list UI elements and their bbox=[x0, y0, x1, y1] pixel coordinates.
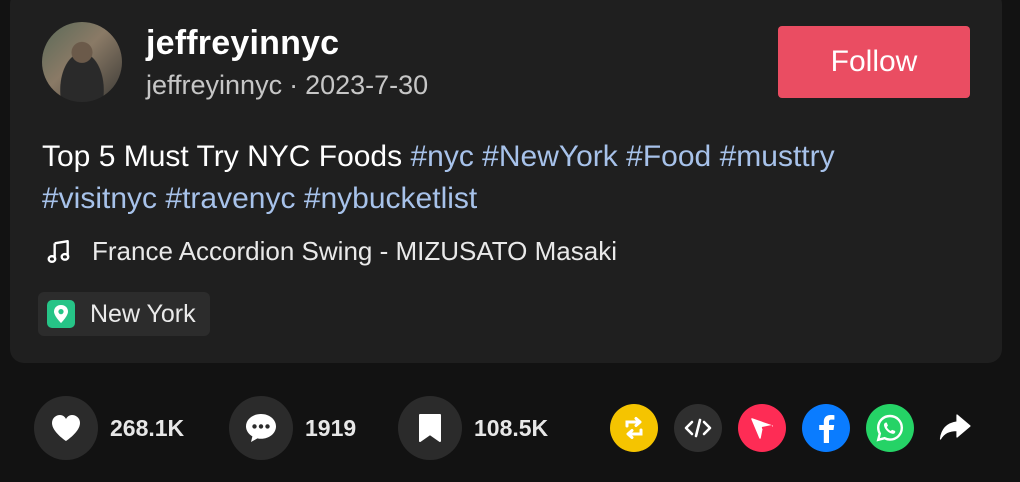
like-action[interactable]: 268.1K bbox=[34, 396, 184, 460]
forward-glyph bbox=[939, 414, 971, 440]
hashtag[interactable]: #Food bbox=[626, 140, 711, 173]
share-arrow-icon[interactable] bbox=[936, 408, 974, 446]
comment-action[interactable]: 1919 bbox=[229, 396, 356, 460]
comment-button[interactable] bbox=[229, 396, 293, 460]
facebook-icon[interactable] bbox=[802, 404, 850, 452]
music-title: France Accordion Swing - MIZUSATO Masaki bbox=[92, 236, 617, 266]
comment-count: 1919 bbox=[305, 414, 357, 441]
save-action[interactable]: 108.5K bbox=[398, 396, 548, 460]
code-glyph bbox=[684, 418, 712, 438]
post-description: Top 5 Must Try NYC Foods #nyc #NewYork #… bbox=[42, 136, 962, 220]
meta-separator: · bbox=[289, 70, 299, 100]
follow-button[interactable]: Follow bbox=[778, 26, 970, 98]
like-button[interactable] bbox=[34, 396, 98, 460]
avatar[interactable] bbox=[42, 22, 122, 102]
action-bar: 268.1K 1919 108.5K bbox=[0, 396, 1020, 460]
heart-icon bbox=[52, 415, 80, 441]
hashtag[interactable]: #visitnyc bbox=[42, 182, 157, 215]
whatsapp-icon[interactable] bbox=[866, 404, 914, 452]
paper-plane-glyph bbox=[751, 418, 773, 439]
username[interactable]: jeffreyinnyc bbox=[146, 24, 339, 63]
like-count: 268.1K bbox=[110, 414, 185, 441]
handle[interactable]: jeffreyinnyc bbox=[146, 70, 282, 100]
whatsapp-glyph bbox=[876, 414, 904, 442]
hashtag[interactable]: #travenyc bbox=[165, 182, 295, 215]
repost-icon[interactable] bbox=[610, 404, 658, 452]
hashtag[interactable]: #nybucketlist bbox=[304, 182, 477, 215]
bookmark-icon bbox=[419, 414, 441, 442]
location-tag[interactable]: New York bbox=[38, 292, 210, 336]
facebook-glyph bbox=[819, 415, 835, 443]
music-note-icon bbox=[47, 239, 70, 263]
hashtag[interactable]: #musttry bbox=[720, 140, 835, 173]
post-meta: jeffreyinnyc · 2023-7-30 bbox=[146, 70, 428, 101]
embed-icon[interactable] bbox=[674, 404, 722, 452]
description-text: Top 5 Must Try NYC Foods bbox=[42, 140, 411, 173]
repost-glyph bbox=[625, 417, 643, 439]
hashtag[interactable]: #nyc bbox=[410, 140, 473, 173]
music-link[interactable]: France Accordion Swing - MIZUSATO Masaki bbox=[42, 236, 617, 267]
save-button[interactable] bbox=[398, 396, 462, 460]
comment-icon bbox=[246, 414, 276, 442]
save-count: 108.5K bbox=[474, 414, 549, 441]
hashtag[interactable]: #NewYork bbox=[482, 140, 618, 173]
location-pin-icon bbox=[47, 300, 75, 328]
post-date: 2023-7-30 bbox=[305, 70, 429, 100]
send-icon[interactable] bbox=[738, 404, 786, 452]
location-name: New York bbox=[90, 299, 196, 328]
